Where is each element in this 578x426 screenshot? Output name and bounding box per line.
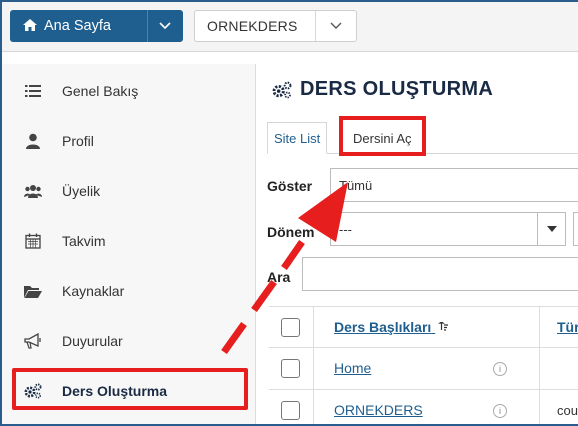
- app-frame: Ana Sayfa ORNEKDERS Genel Bakış Profil Ü…: [0, 0, 578, 426]
- arrow-annotation: [221, 182, 348, 355]
